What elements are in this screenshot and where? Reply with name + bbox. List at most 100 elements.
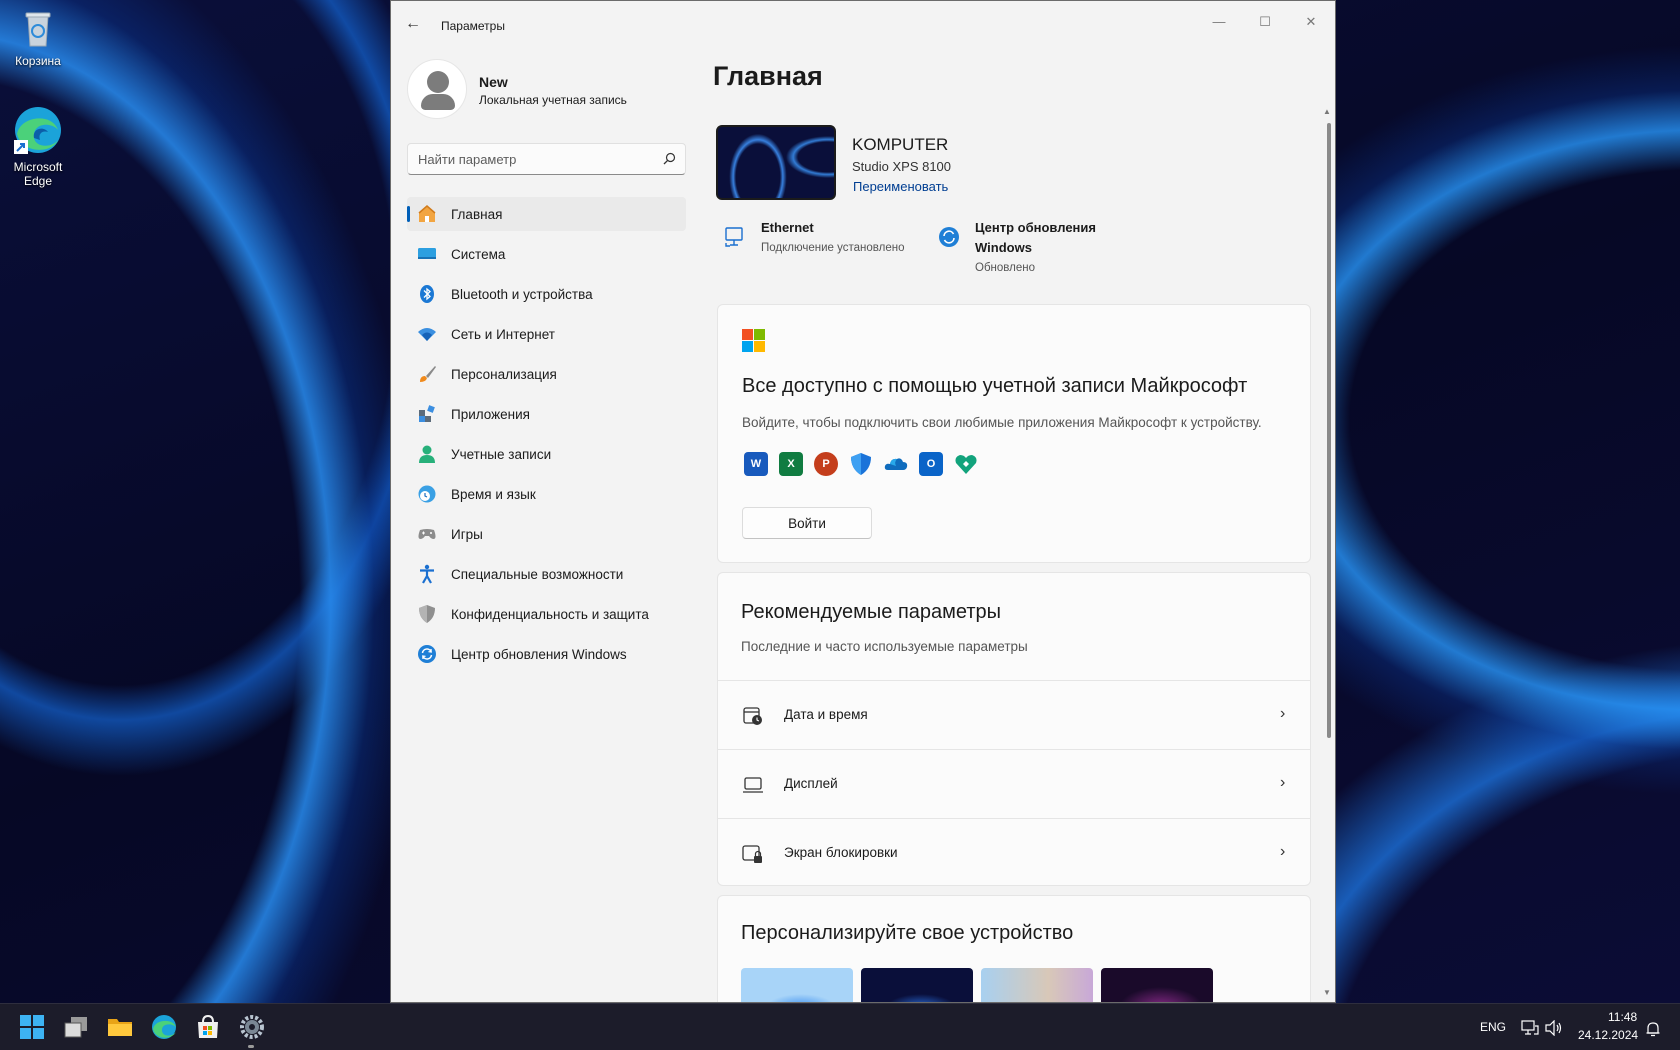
card-title: Все доступно с помощью учетной записи Ма… xyxy=(742,375,1248,397)
scrollbar-thumb[interactable] xyxy=(1327,123,1331,738)
sidebar-item-accounts[interactable]: Учетные записи xyxy=(407,437,686,471)
brush-icon xyxy=(420,366,436,382)
recommended-item-display[interactable]: Дисплей › xyxy=(718,749,1310,818)
sidebar-item-label: Bluetooth и устройства xyxy=(451,286,593,302)
lock-screen-icon xyxy=(742,845,762,863)
gamepad-icon xyxy=(418,529,436,539)
sidebar-item-label: Главная xyxy=(451,206,503,222)
start-icon[interactable] xyxy=(19,1014,45,1040)
volume-icon[interactable] xyxy=(1545,1020,1563,1036)
theme-thumbnail[interactable] xyxy=(1101,968,1213,1002)
rename-link[interactable]: Переименовать xyxy=(853,179,948,194)
sidebar-item-privacy[interactable]: Конфиденциальность и защита xyxy=(407,597,686,631)
word-icon: W xyxy=(744,452,768,476)
sidebar-item-label: Учетные записи xyxy=(451,446,552,462)
chevron-right-icon: › xyxy=(1280,843,1286,860)
desktop-icon-label: Корзина xyxy=(15,54,61,68)
card-subtitle: Войдите, чтобы подключить свои любимые п… xyxy=(742,415,1262,430)
sidebar-item-label: Система xyxy=(451,246,506,262)
time-language-icon xyxy=(418,485,436,503)
update-status-subtitle: Обновлено xyxy=(975,262,1035,274)
excel-icon: X xyxy=(779,452,803,476)
settings-icon[interactable] xyxy=(239,1014,265,1040)
clock-calendar-icon xyxy=(743,707,762,725)
sidebar-item-bluetooth[interactable]: Bluetooth и устройства xyxy=(407,277,686,311)
user-name: New xyxy=(479,74,508,90)
recommended-item-lock-screen[interactable]: Экран блокировки › xyxy=(718,818,1310,885)
sidebar-item-system[interactable]: Система xyxy=(407,237,686,271)
update-status-title-line2: Windows xyxy=(975,240,1032,255)
sidebar-item-personalization[interactable]: Персонализация xyxy=(407,357,686,391)
task-view-icon[interactable] xyxy=(63,1014,89,1040)
back-button[interactable]: ← xyxy=(405,15,425,35)
sidebar-item-network[interactable]: Сеть и Интернет xyxy=(407,317,686,351)
sidebar-item-apps[interactable]: Приложения xyxy=(407,397,686,431)
accounts-icon xyxy=(419,445,435,463)
recommended-item-label: Экран блокировки xyxy=(784,845,898,860)
sidebar-item-windows-update[interactable]: Центр обновления Windows xyxy=(407,637,686,671)
sidebar-item-label: Конфиденциальность и защита xyxy=(451,606,649,622)
sidebar-nav: Главная Система Bluetooth и устройства С… xyxy=(407,197,686,677)
desktop-icon-recycle-bin[interactable]: Корзина xyxy=(0,6,76,68)
close-button[interactable]: ✕ xyxy=(1289,7,1333,37)
sidebar-item-label: Центр обновления Windows xyxy=(451,646,627,662)
defender-icon xyxy=(851,453,871,475)
pc-model: Studio XPS 8100 xyxy=(852,159,952,174)
chevron-right-icon: › xyxy=(1280,705,1286,722)
file-explorer-icon[interactable] xyxy=(107,1014,133,1040)
theme-thumbnail[interactable] xyxy=(741,968,853,1002)
accessibility-icon xyxy=(420,564,434,584)
apps-icon xyxy=(419,405,435,422)
sidebar-item-label: Игры xyxy=(451,526,483,542)
shield-icon xyxy=(419,605,435,623)
clock-date[interactable]: 24.12.2024 xyxy=(1578,1028,1638,1042)
search-input[interactable] xyxy=(407,143,686,175)
scroll-up-arrow-icon[interactable]: ▲ xyxy=(1323,107,1331,116)
maximize-button[interactable]: ☐ xyxy=(1243,7,1287,37)
family-icon xyxy=(955,455,977,474)
network-status-title: Ethernet xyxy=(761,220,814,235)
page-title: Главная xyxy=(713,61,823,91)
theme-thumbnail[interactable] xyxy=(981,968,1093,1002)
avatar xyxy=(407,59,467,119)
signin-button[interactable]: Войти xyxy=(742,507,872,539)
theme-thumbnail[interactable] xyxy=(861,968,973,1002)
wifi-icon xyxy=(418,328,436,341)
sidebar-item-time-language[interactable]: Время и язык xyxy=(407,477,686,511)
network-icon[interactable] xyxy=(1521,1020,1539,1036)
recommended-item-label: Дата и время xyxy=(784,707,868,722)
edge-icon[interactable] xyxy=(151,1014,177,1040)
notification-bell-icon[interactable] xyxy=(1646,1021,1660,1037)
outlook-icon: O xyxy=(919,452,943,476)
minimize-button[interactable]: — xyxy=(1197,7,1241,37)
ethernet-icon xyxy=(725,227,743,247)
recommended-settings-card: Рекомендуемые параметры Последние и част… xyxy=(717,572,1311,886)
sidebar-item-label: Приложения xyxy=(451,406,530,422)
sidebar-item-label: Специальные возможности xyxy=(451,566,624,582)
search-icon[interactable] xyxy=(661,151,677,167)
sidebar-item-accessibility[interactable]: Специальные возможности xyxy=(407,557,686,591)
recommended-item-date-time[interactable]: Дата и время › xyxy=(718,680,1310,749)
network-status-subtitle: Подключение установлено xyxy=(761,242,905,254)
windows-update-icon xyxy=(939,227,959,247)
taskbar: ENG 11:48 24.12.2024 xyxy=(0,1003,1680,1050)
window-title: Параметры xyxy=(441,19,505,33)
active-app-indicator xyxy=(248,1045,254,1048)
clock-time[interactable]: 11:48 xyxy=(1608,1010,1637,1024)
pc-name: KOMPUTER xyxy=(852,135,949,154)
powerpoint-icon: P xyxy=(814,452,838,476)
microsoft-logo-icon xyxy=(742,329,765,352)
personalize-title: Персонализируйте свое устройство xyxy=(741,922,1074,944)
scroll-down-arrow-icon[interactable]: ▼ xyxy=(1323,988,1331,997)
sidebar-item-gaming[interactable]: Игры xyxy=(407,517,686,551)
recommended-subtitle: Последние и часто используемые параметры xyxy=(741,639,1028,654)
store-icon[interactable] xyxy=(195,1014,221,1040)
desktop-icon-edge[interactable]: Microsoft Edge xyxy=(0,104,76,188)
home-icon xyxy=(418,205,436,222)
system-icon xyxy=(418,248,436,259)
pc-wallpaper-thumbnail xyxy=(716,125,836,200)
sidebar-item-home[interactable]: Главная xyxy=(407,197,686,231)
arrow-left-icon: ← xyxy=(405,15,421,32)
language-indicator[interactable]: ENG xyxy=(1480,1020,1506,1034)
edge-icon xyxy=(12,104,64,156)
